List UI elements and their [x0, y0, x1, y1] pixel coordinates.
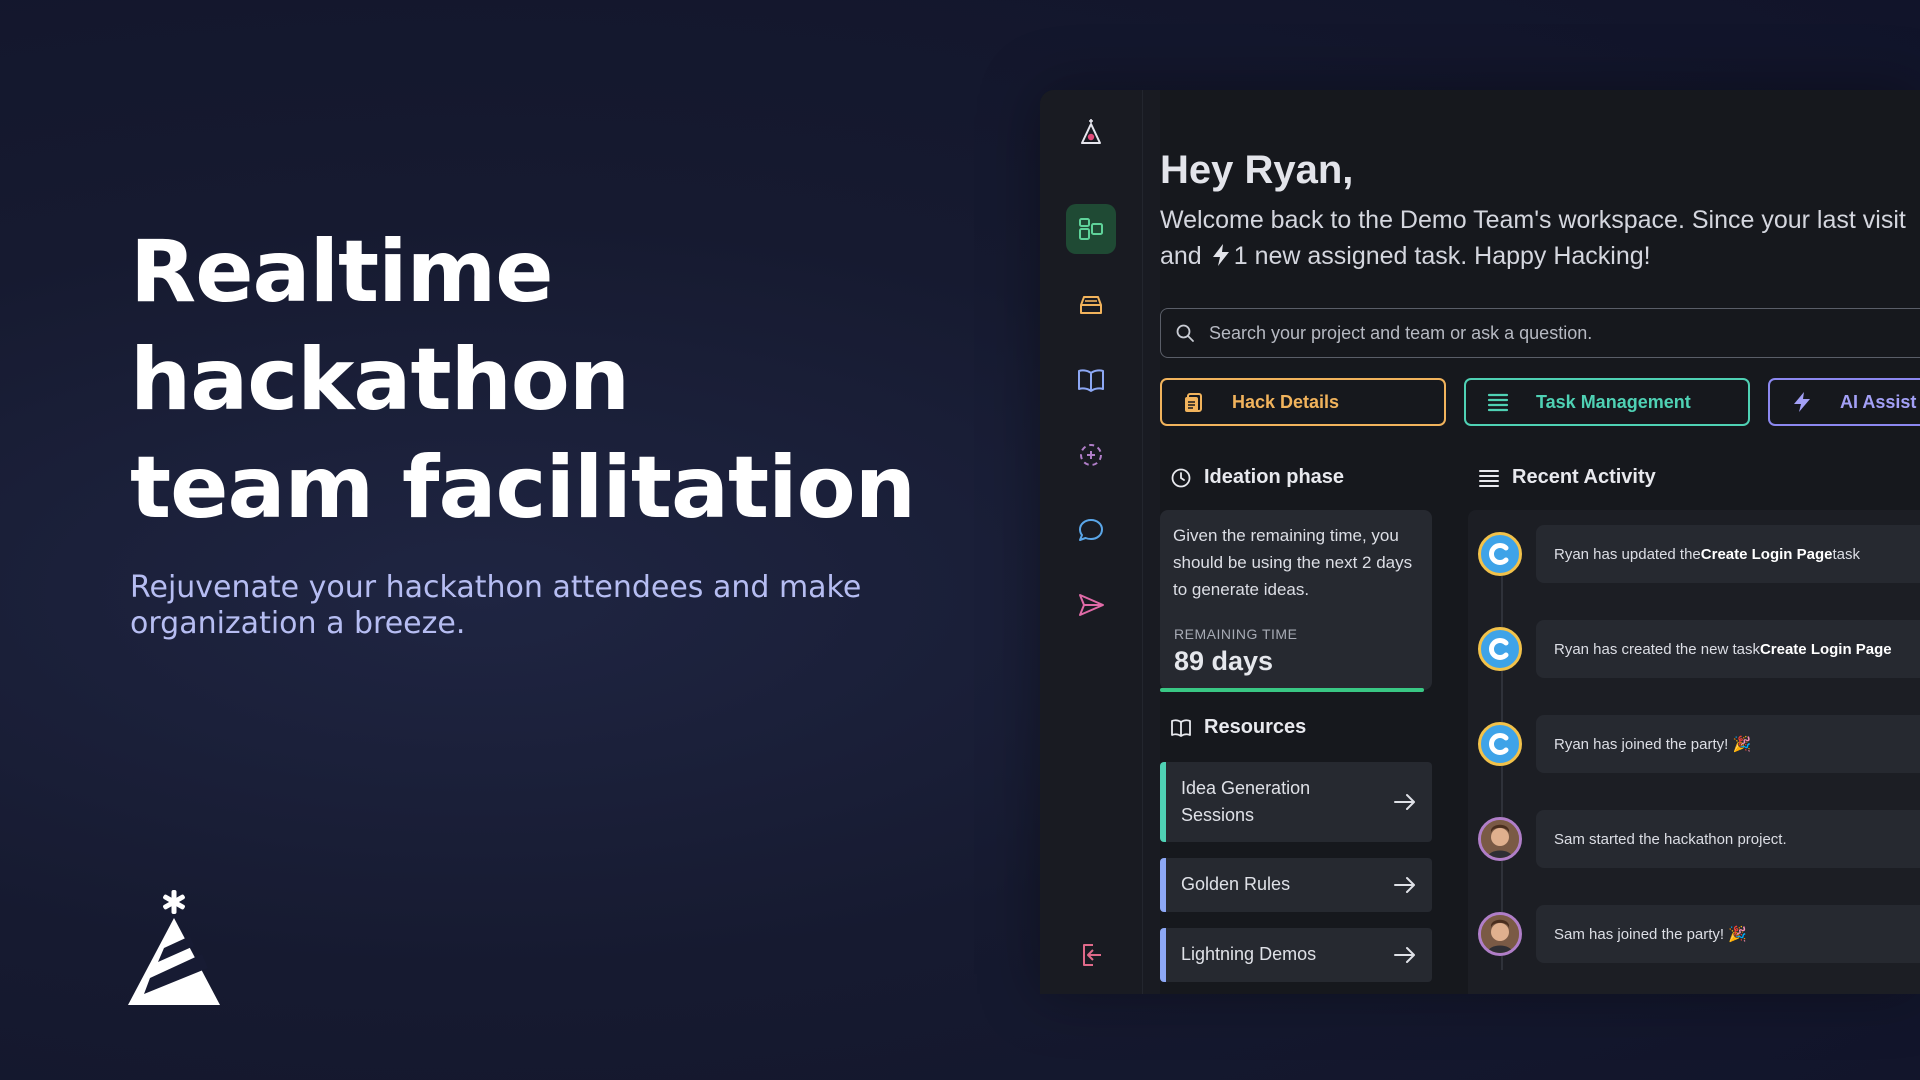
inbox-icon	[1080, 296, 1102, 314]
resource-label: Idea Generation Sessions	[1181, 778, 1311, 825]
logout-icon	[1083, 944, 1101, 966]
activity-text: Ryan has created the new task	[1554, 640, 1760, 658]
hero-headline-line1: Realtime hackathon	[130, 222, 630, 430]
resource-accent-bar	[1160, 858, 1166, 912]
resource-item[interactable]: Lightning Demos	[1160, 928, 1432, 982]
app-window: Hey Ryan, Welcome back to the Demo Team'…	[1040, 90, 1920, 994]
activity-task-name: Create Login Page	[1759, 640, 1892, 658]
resource-label: Golden Rules	[1181, 874, 1291, 894]
chat-icon	[1079, 519, 1103, 541]
activity-text: Sam has joined the party! 🎉	[1554, 926, 1747, 943]
ideation-description: Given the remaining time, you should be …	[1173, 526, 1413, 599]
activity-item: Sam started the hackathon project.	[1536, 810, 1920, 868]
remaining-time-value: 89 days	[1174, 646, 1274, 676]
recent-activity-panel: Ryan has updated the Create Login Page t…	[1468, 510, 1920, 994]
send-icon	[1079, 594, 1104, 616]
dashboard-icon	[1079, 218, 1103, 240]
search-bar[interactable]	[1160, 308, 1920, 358]
ai-assist-button[interactable]: AI Assist	[1768, 378, 1920, 426]
greeting-message: Welcome back to the Demo Team's workspac…	[1160, 202, 1920, 274]
avatar	[1478, 532, 1522, 576]
recent-activity-heading: Recent Activity	[1478, 466, 1656, 489]
avatar	[1478, 912, 1522, 956]
focus-icon	[1080, 444, 1102, 466]
c-logo-icon	[1489, 638, 1509, 660]
hero-subheadline: Rejuvenate your hackathon attendees and …	[130, 570, 862, 641]
activity-item: Ryan has updated the Create Login Page t…	[1536, 525, 1920, 583]
resources-title: Resources	[1204, 716, 1307, 738]
party-hat-logo-icon	[128, 890, 220, 1005]
arrow-right-icon	[1394, 947, 1415, 963]
clock-icon	[1171, 468, 1191, 487]
greeting-line1: Welcome back to the Demo Team's workspac…	[1160, 206, 1906, 234]
ai-assist-label: AI Assist	[1840, 391, 1917, 412]
hero-headline: Realtime hackathon team facilitation	[130, 218, 1030, 542]
activity-task-name: Create Login Page	[1700, 545, 1833, 563]
hero-headline-line2: team facilitation	[130, 438, 916, 538]
avatar	[1478, 722, 1522, 766]
resource-accent-bar	[1160, 928, 1166, 982]
rail-send-button[interactable]	[1066, 580, 1116, 630]
activity-item: Ryan has joined the party! 🎉	[1536, 715, 1920, 773]
resource-accent-bar	[1160, 762, 1166, 842]
hack-details-label: Hack Details	[1232, 391, 1340, 412]
party-hat-icon	[1081, 119, 1101, 144]
rail-logout-button[interactable]	[1066, 930, 1116, 980]
clipboard-icon	[1185, 393, 1202, 412]
hero-section: Realtime hackathon team facilitation Rej…	[130, 218, 1030, 642]
activity-text: Sam started the hackathon project.	[1554, 830, 1787, 848]
activity-text-suffix: task	[1832, 545, 1860, 563]
book-icon	[1171, 718, 1191, 737]
c-logo-icon	[1489, 543, 1509, 565]
remaining-time-label: REMAINING TIME	[1174, 626, 1298, 642]
greeting-line2: and 1 new assigned task. Happy Hacking!	[1160, 238, 1920, 274]
bolt-icon	[1794, 392, 1810, 412]
list-icon	[1487, 393, 1509, 412]
activity-text: Ryan has updated the	[1554, 545, 1701, 563]
activity-item: Ryan has created the new task Create Log…	[1536, 620, 1920, 678]
c-logo-icon	[1489, 733, 1509, 755]
remaining-time-progress	[1160, 688, 1424, 692]
task-management-button[interactable]: Task Management	[1464, 378, 1750, 426]
recent-activity-title: Recent Activity	[1512, 466, 1656, 488]
hack-details-button[interactable]: Hack Details	[1160, 378, 1446, 426]
resources-heading: Resources	[1170, 716, 1306, 739]
resource-item[interactable]: Golden Rules	[1160, 858, 1432, 912]
activity-item: Sam has joined the party! 🎉	[1536, 905, 1920, 963]
sidebar-rail	[1040, 90, 1143, 994]
search-icon	[1176, 324, 1194, 342]
user-avatar-icon	[1481, 820, 1519, 858]
remaining-time-progress-fill	[1160, 688, 1424, 692]
ideation-phase-title: Ideation phase	[1204, 466, 1345, 488]
rail-inbox-button[interactable]	[1066, 280, 1116, 330]
task-management-label: Task Management	[1536, 391, 1691, 412]
search-input[interactable]	[1207, 321, 1911, 345]
greeting-title: Hey Ryan,	[1160, 148, 1354, 192]
rail-chat-button[interactable]	[1066, 505, 1116, 555]
rail-focus-button[interactable]	[1066, 430, 1116, 480]
rail-dashboard-button[interactable]	[1066, 204, 1116, 254]
activity-text: Ryan has joined the party! 🎉	[1554, 736, 1752, 753]
ideation-phase-heading: Ideation phase	[1170, 466, 1344, 489]
greeting-line2-prefix: and	[1160, 242, 1202, 270]
book-icon	[1078, 369, 1104, 392]
list-icon	[1479, 469, 1499, 487]
avatar	[1478, 627, 1522, 671]
resource-label: Lightning Demos	[1181, 944, 1317, 964]
bolt-icon	[1212, 244, 1229, 266]
resource-item[interactable]: Idea Generation Sessions	[1160, 762, 1432, 842]
user-avatar-icon	[1481, 915, 1519, 953]
arrow-right-icon	[1394, 794, 1415, 810]
arrow-right-icon	[1394, 877, 1415, 893]
avatar	[1478, 817, 1522, 861]
greeting-line2-suffix: 1 new assigned task. Happy Hacking!	[1233, 242, 1651, 270]
rail-home-logo[interactable]	[1066, 108, 1116, 158]
main-content: Hey Ryan, Welcome back to the Demo Team'…	[1160, 90, 1920, 994]
rail-resources-button[interactable]	[1066, 355, 1116, 405]
